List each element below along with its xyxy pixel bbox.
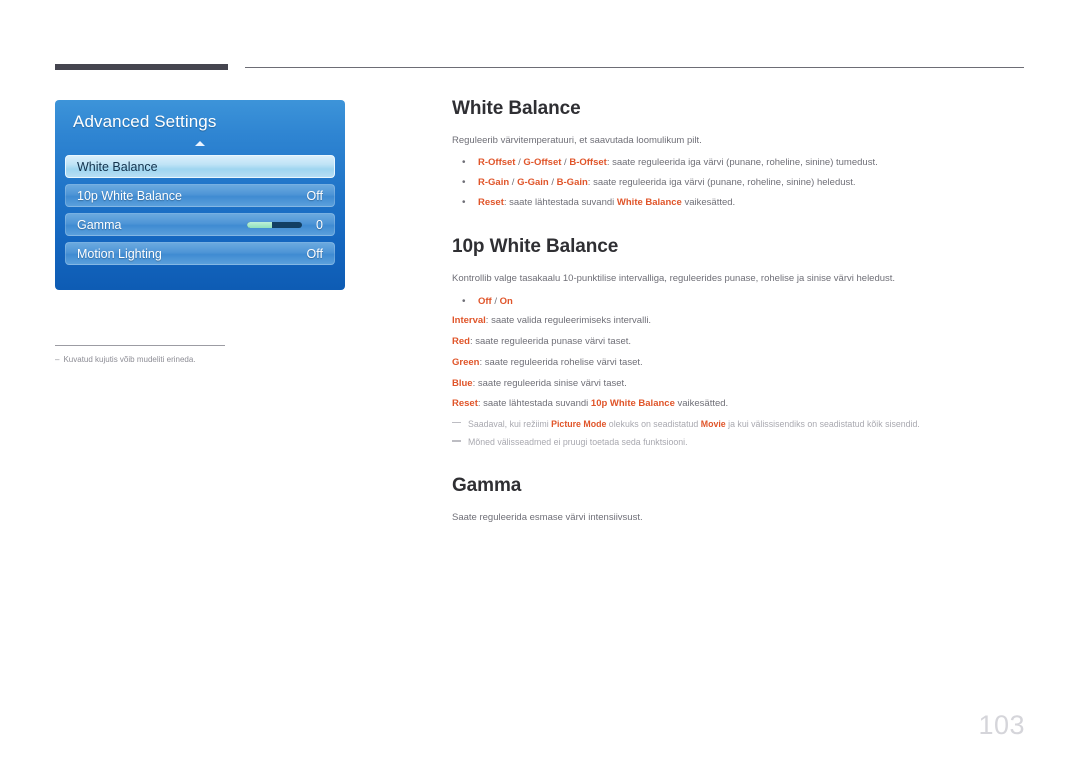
detail-text: vaikesätted. [674,398,729,410]
keyword: Green [452,356,480,368]
osd-panel-title: Advanced Settings [73,112,217,131]
osd-item-label: Motion Lighting [77,246,162,261]
page-number: 103 [978,710,1025,740]
keyword: B-Gain [556,176,588,188]
bullet-text: vaikesätted. [681,196,736,208]
osd-item-value: 0 [316,217,323,232]
keyword: Interval [452,315,486,327]
osd-item-label: Gamma [77,217,122,232]
section-title: Gamma [452,475,522,497]
header-rule-thin [245,67,1024,68]
keyword: G-Gain [517,176,549,188]
keyword: R-Offset [478,157,516,169]
section-intro: Reguleerib värvitemperatuuri, et saavuta… [452,135,702,146]
section-gamma: Gamma Saate reguleerida esmase värvi int… [452,475,1027,525]
section-bullet-list: Off / On [452,294,1027,310]
section-title: White Balance [452,98,581,119]
osd-item-white-balance[interactable]: White Balance [65,155,335,178]
keyword: B-Offset [569,157,607,169]
note-line-devices: Mõned välisseadmed ei pruugi toetada sed… [452,436,1027,449]
osd-item-10p-white-balance[interactable]: 10p White Balance Off [65,184,335,207]
section-intro: Saate reguleerida esmase värvi intensiiv… [452,512,643,524]
section-title: 10p White Balance [452,236,619,258]
footnote-dash: – [55,355,60,364]
keyword: Picture Mode [551,418,607,429]
left-footnote-rule [55,345,225,346]
separator: / [509,176,518,188]
bullet-text: : saate lähtestada suvandi [503,196,617,208]
keyword: Reset [478,196,504,208]
osd-item-label: White Balance [77,159,158,174]
section-white-balance: White Balance Reguleerib värvitemperatuu… [452,98,1027,210]
left-footnote: – Kuvatud kujutis võib mudeliti erineda. [55,354,335,365]
keyword: White Balance [616,196,682,208]
bullet-text: : saate reguleerida iga värvi (punane, r… [587,176,856,188]
keyword: R-Gain [478,176,510,188]
detail-line-reset: Reset: saate lähtestada suvandi 10p Whit… [452,397,1027,412]
advanced-settings-osd-panel: Advanced Settings White Balance 10p Whit… [55,100,345,290]
osd-item-value: Off [306,246,323,261]
detail-text: : saate reguleerida rohelise värvi taset… [479,356,643,368]
detail-line-red: Red: saate reguleerida punase värvi tase… [452,335,1027,350]
keyword: G-Offset [523,157,562,169]
detail-line-blue: Blue: saate reguleerida sinise värvi tas… [452,377,1027,392]
note-text: olekuks on seadistatud [606,418,701,429]
keyword: Off [478,295,492,307]
keyword: Movie [700,418,726,429]
keyword: Red [452,336,470,348]
header-rule-thick [55,64,228,70]
osd-item-value: Off [306,188,323,203]
manual-body-content: White Balance Reguleerib värvitemperatuu… [452,98,1027,534]
footnote-text: Kuvatud kujutis võib mudeliti erineda. [63,355,196,364]
detail-text: : saate lähtestada suvandi [477,398,591,410]
gamma-slider-fill [247,221,272,228]
keyword: Blue [452,377,473,389]
osd-item-label: 10p White Balance [77,188,182,203]
note-text: ja kui välissisendiks on seadistatud kõi… [725,418,920,429]
list-item: Off / On [452,294,1027,310]
keyword: On [499,295,513,307]
section-intro: Kontrollib valge tasakaalu 10-punktilise… [452,273,896,285]
note-text: Saadaval, kui režiimi [468,418,552,429]
section-10p-white-balance: 10p White Balance Kontrollib valge tasak… [452,236,1027,449]
list-item: R-Offset / G-Offset / B-Offset: saate re… [452,155,1027,171]
keyword: Reset [452,398,478,410]
section-bullet-list: R-Offset / G-Offset / B-Offset: saate re… [452,155,1027,211]
separator: / [548,176,557,188]
detail-line-interval: Interval: saate valida reguleerimiseks i… [452,314,1027,329]
detail-text: : saate reguleerida sinise värvi taset. [472,377,627,389]
triangle-up-icon[interactable] [195,141,205,146]
note-text: Mõned välisseadmed ei pruugi toetada sed… [468,437,688,448]
gamma-slider[interactable] [247,221,303,228]
osd-item-motion-lighting[interactable]: Motion Lighting Off [65,242,335,265]
list-item: Reset: saate lähtestada suvandi White Ba… [452,195,1027,211]
list-item: R-Gain / G-Gain / B-Gain: saate reguleer… [452,175,1027,191]
osd-item-control-group: 0 [247,218,323,232]
detail-line-green: Green: saate reguleerida rohelise värvi … [452,356,1027,371]
osd-item-gamma[interactable]: Gamma 0 [65,213,335,236]
keyword: 10p White Balance [590,398,675,410]
detail-text: : saate valida reguleerimiseks intervall… [485,315,652,327]
note-line-availability: Saadaval, kui režiimi Picture Mode oleku… [452,418,1027,431]
detail-text: : saate reguleerida punase värvi taset. [469,336,632,348]
separator: / [491,295,500,307]
osd-menu-list: White Balance 10p White Balance Off Gamm… [65,155,335,271]
bullet-text: : saate reguleerida iga värvi (punane, r… [606,157,878,169]
